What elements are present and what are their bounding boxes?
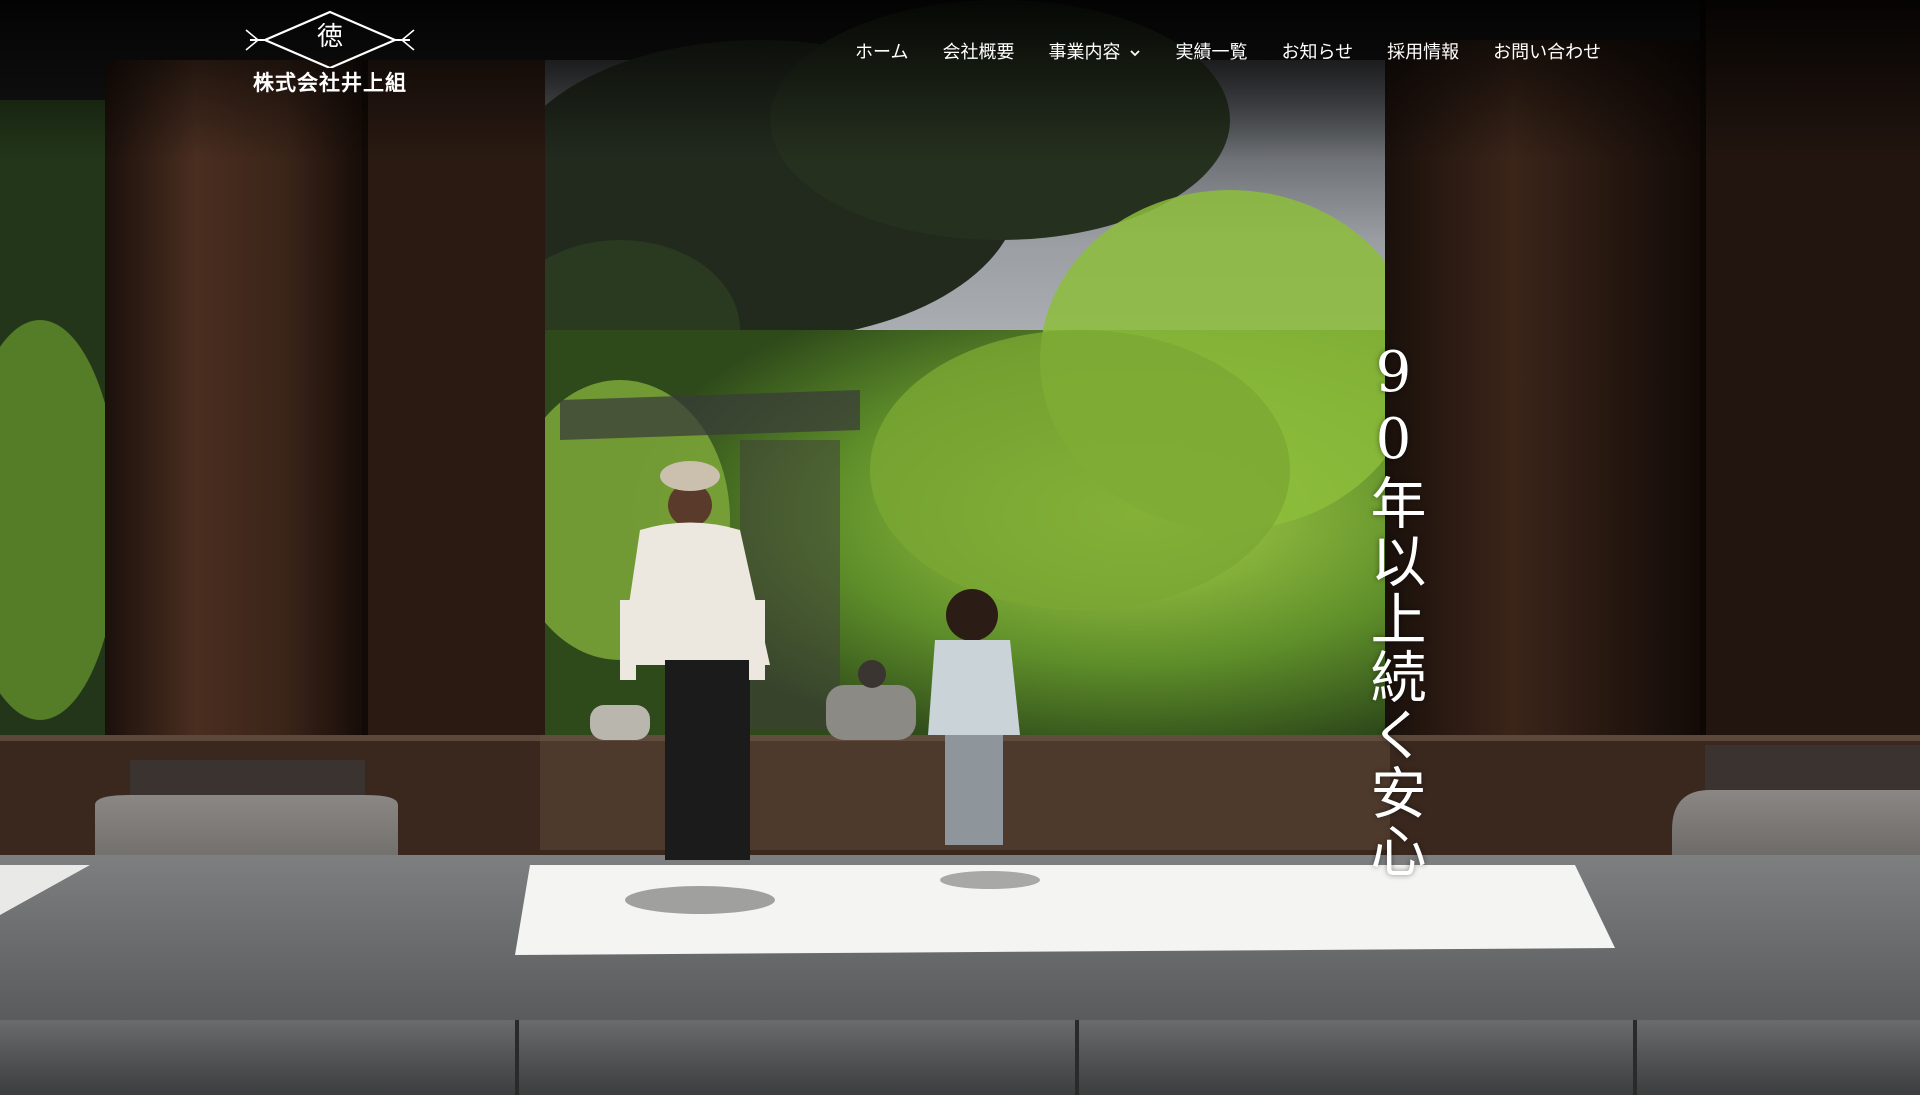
nav-item-label: 事業内容 <box>1048 42 1121 63</box>
nav-item-contact[interactable]: お問い合わせ <box>1493 38 1601 68</box>
main-nav: ホーム 会社概要 事業内容 実績一覧 お知らせ 採用情報 お問い合わせ <box>855 38 1601 68</box>
nav-item-news[interactable]: お知らせ <box>1281 38 1353 68</box>
site-logo[interactable]: 徳 株式会社井上組 <box>240 8 420 103</box>
nav-item-label: 実績一覧 <box>1175 42 1248 63</box>
nav-item-works[interactable]: 実績一覧 <box>1175 38 1247 68</box>
nav-item-label: お問い合わせ <box>1493 42 1602 63</box>
hero-image <box>0 0 1920 1095</box>
site-header: 徳 株式会社井上組 ホーム 会社概要 事業内容 実績一覧 お知らせ 採用情報 お… <box>0 0 1920 115</box>
nav-item-business[interactable]: 事業内容 <box>1048 38 1141 68</box>
nav-item-label: 採用情報 <box>1387 42 1460 63</box>
logo-mark-character: 徳 <box>316 22 343 52</box>
page: 徳 株式会社井上組 ホーム 会社概要 事業内容 実績一覧 お知らせ 採用情報 お… <box>0 0 1920 1095</box>
nav-item-home[interactable]: ホーム <box>855 38 908 68</box>
nav-item-recruit[interactable]: 採用情報 <box>1387 38 1459 68</box>
nav-item-label: ホーム <box>855 42 909 63</box>
nav-item-label: 会社概要 <box>942 42 1015 63</box>
chevron-down-icon <box>1130 50 1141 57</box>
company-name: 株式会社井上組 <box>253 70 407 95</box>
nav-item-label: お知らせ <box>1281 42 1354 63</box>
nav-item-company[interactable]: 会社概要 <box>942 38 1014 68</box>
hero-tagline: 90年以上続く安心 <box>1361 340 1426 880</box>
